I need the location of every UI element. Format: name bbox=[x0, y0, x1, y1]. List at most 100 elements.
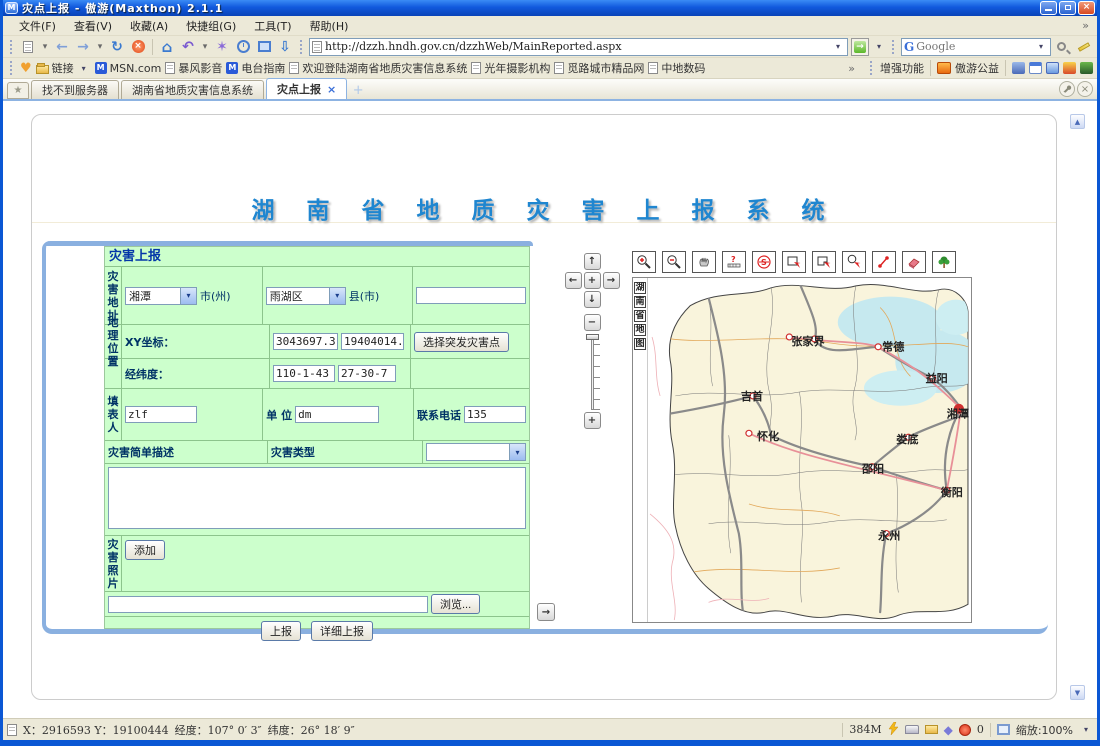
book-diamond-icon[interactable]: ◆ bbox=[944, 723, 953, 737]
city-select[interactable]: 湘潭 ▾ bbox=[125, 287, 197, 305]
zoom-frame-icon[interactable] bbox=[997, 724, 1010, 735]
go-dropdown-icon[interactable]: ▾ bbox=[872, 39, 886, 55]
bookmark-milu-city[interactable]: 觅路城市精品网 bbox=[554, 60, 644, 76]
pick-disaster-point-button[interactable]: 选择突发灾害点 bbox=[414, 332, 509, 352]
menu-favorites[interactable]: 收藏(A) bbox=[122, 16, 176, 36]
maxthon-charity-link[interactable]: 傲游公益 bbox=[955, 60, 999, 76]
maxthon-charity-icon[interactable] bbox=[937, 62, 951, 74]
menu-tools[interactable]: 工具(T) bbox=[246, 16, 299, 36]
draw-point-button[interactable] bbox=[872, 251, 896, 273]
hunan-map[interactable]: 张家界 常德 益阳 吉首 怀化 娄底 湘潭 邵阳 衡阳 永州 bbox=[648, 278, 971, 622]
measure-distance-button[interactable]: ? bbox=[722, 251, 746, 273]
favorites-heart-icon[interactable]: ♥ bbox=[20, 61, 32, 76]
scroll-up-icon[interactable]: ▲ bbox=[1070, 114, 1085, 129]
search-magnifier-icon[interactable] bbox=[1054, 38, 1072, 56]
tab-settings-wrench-icon[interactable] bbox=[1059, 81, 1075, 97]
pan-down-button[interactable]: ↓ bbox=[584, 291, 601, 308]
panel-collapse-button[interactable]: → bbox=[537, 603, 555, 621]
menu-file[interactable]: 文件(F) bbox=[11, 16, 64, 36]
longitude-input[interactable] bbox=[273, 365, 335, 382]
enhance-features-link[interactable]: 增强功能 bbox=[880, 60, 924, 76]
zoom-out-button[interactable] bbox=[662, 251, 686, 273]
bookmark-radio-guide[interactable]: M 电台指南 bbox=[226, 60, 285, 76]
search-input[interactable] bbox=[916, 40, 1032, 53]
minimize-button[interactable] bbox=[1040, 1, 1057, 15]
new-page-dropdown-icon[interactable]: ▾ bbox=[40, 38, 50, 56]
bookmark-zhongdi-digital[interactable]: 中地数码 bbox=[648, 60, 705, 76]
search-box[interactable]: G ▾ bbox=[901, 38, 1051, 56]
clear-selection-button[interactable]: S bbox=[752, 251, 776, 273]
tab-bar-close-icon[interactable]: × bbox=[1077, 81, 1093, 97]
bookmark-msn[interactable]: M MSN.com bbox=[95, 62, 162, 75]
folder-icon[interactable] bbox=[925, 725, 938, 734]
eraser-button[interactable] bbox=[902, 251, 926, 273]
detail-address-input[interactable] bbox=[416, 287, 526, 304]
boost-lightning-icon[interactable] bbox=[888, 722, 899, 738]
description-textarea[interactable] bbox=[108, 467, 526, 529]
close-button[interactable]: × bbox=[1078, 1, 1095, 15]
zoom-box-button[interactable] bbox=[782, 251, 806, 273]
zoom-dropdown-icon[interactable]: ▾ bbox=[1079, 722, 1093, 738]
pan-hand-button[interactable] bbox=[692, 251, 716, 273]
phone-input[interactable] bbox=[464, 406, 526, 423]
toolbar-grip[interactable] bbox=[10, 40, 13, 54]
popup-blocker-icon[interactable] bbox=[959, 724, 971, 736]
maximize-button[interactable] bbox=[1059, 1, 1076, 15]
magic-wand-icon[interactable]: ✶ bbox=[213, 38, 231, 56]
bookmarks-overflow-icon[interactable]: » bbox=[840, 62, 863, 75]
zoom-slider-thumb[interactable] bbox=[586, 334, 599, 340]
menu-overflow-icon[interactable]: » bbox=[1074, 19, 1097, 32]
plugin-icon[interactable] bbox=[1063, 62, 1076, 74]
undo-dropdown-icon[interactable]: ▾ bbox=[200, 38, 210, 56]
highlighter-icon[interactable] bbox=[1075, 38, 1093, 56]
notes-icon[interactable] bbox=[1046, 62, 1059, 74]
go-button[interactable]: → bbox=[851, 38, 869, 56]
menu-view[interactable]: 查看(V) bbox=[66, 16, 120, 36]
address-input[interactable] bbox=[325, 40, 828, 53]
skin-icon[interactable] bbox=[1012, 62, 1025, 74]
vertical-scrollbar[interactable]: ▲ ▼ bbox=[1070, 114, 1085, 700]
x-coordinate-input[interactable] bbox=[273, 333, 338, 350]
address-bar[interactable]: ▾ bbox=[309, 38, 848, 56]
county-select[interactable]: 雨湖区 ▾ bbox=[266, 287, 346, 305]
back-icon[interactable]: ← bbox=[53, 38, 71, 56]
history-dropdown-icon[interactable]: ▾ bbox=[95, 38, 105, 56]
bookmark-guangnian-photo[interactable]: 光年摄影机构 bbox=[471, 60, 550, 76]
undo-icon[interactable]: ↶ bbox=[179, 38, 197, 56]
pan-center-button[interactable]: + bbox=[584, 272, 601, 289]
latitude-input[interactable] bbox=[338, 365, 396, 382]
tab-close-icon[interactable]: × bbox=[327, 83, 336, 96]
zoom-in-step-button[interactable]: + bbox=[584, 412, 601, 429]
tab-disaster-report[interactable]: 灾点上报 × bbox=[266, 78, 347, 99]
full-extent-button[interactable] bbox=[932, 251, 956, 273]
tab-list-star-icon[interactable]: ★ bbox=[7, 82, 29, 99]
add-photo-button[interactable]: 添加 bbox=[125, 540, 165, 560]
bookmark-baofeng[interactable]: 暴风影音 bbox=[165, 60, 222, 76]
new-tab-button[interactable]: + bbox=[349, 83, 367, 99]
photo-path-input[interactable] bbox=[108, 596, 428, 613]
stop-icon[interactable]: × bbox=[129, 38, 147, 56]
printer-icon[interactable] bbox=[905, 725, 919, 734]
snap-frame-icon[interactable] bbox=[255, 38, 273, 56]
zoom-box-out-button[interactable] bbox=[812, 251, 836, 273]
screenshot-icon[interactable] bbox=[1080, 62, 1093, 74]
refresh-icon[interactable]: ↻ bbox=[108, 38, 126, 56]
disaster-type-select[interactable]: ▾ bbox=[426, 443, 526, 461]
tab-server-not-found[interactable]: 找不到服务器 bbox=[31, 80, 119, 99]
zoom-slider[interactable] bbox=[584, 334, 601, 410]
zoom-in-button[interactable] bbox=[632, 251, 656, 273]
home-icon[interactable]: ⌂ bbox=[158, 38, 176, 56]
detail-submit-button[interactable]: 详细上报 bbox=[311, 621, 373, 641]
pan-left-button[interactable]: ← bbox=[565, 272, 582, 289]
address-dropdown-icon[interactable]: ▾ bbox=[831, 39, 845, 55]
new-page-icon[interactable] bbox=[19, 38, 37, 56]
pan-right-button[interactable]: → bbox=[603, 272, 620, 289]
links-folder[interactable]: 链接 ▾ bbox=[36, 60, 91, 76]
menu-help[interactable]: 帮助(H) bbox=[302, 16, 357, 36]
submit-button[interactable]: 上报 bbox=[261, 621, 301, 641]
y-coordinate-input[interactable] bbox=[341, 333, 404, 350]
window-mode-icon[interactable] bbox=[1029, 62, 1042, 74]
search-dropdown-icon[interactable]: ▾ bbox=[1034, 39, 1048, 55]
bookmark-hunan-geo-system[interactable]: 欢迎登陆湖南省地质灾害信息系统 bbox=[289, 60, 467, 76]
identify-button[interactable] bbox=[842, 251, 866, 273]
